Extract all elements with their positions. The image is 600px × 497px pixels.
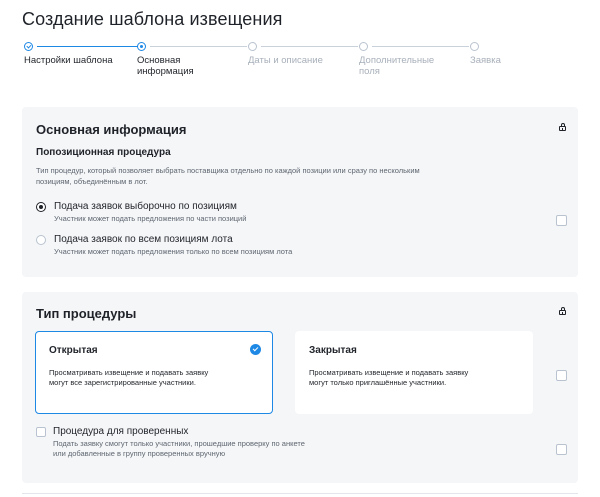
section-description: Тип процедур, который позволяет выбрать … xyxy=(36,166,420,186)
card-title: Тип процедуры xyxy=(36,306,137,321)
option-card-closed[interactable]: Закрытая Просматривать извещение и подав… xyxy=(295,331,533,414)
lock-icon xyxy=(559,123,566,131)
checkbox-hint: Подать заявку смогут только участники, п… xyxy=(53,439,305,458)
check-circle-icon xyxy=(250,344,261,355)
option-title: Закрытая xyxy=(309,345,357,356)
radio-button[interactable] xyxy=(36,202,46,212)
step-pending-dot-icon xyxy=(248,42,257,51)
step-connector xyxy=(150,46,247,47)
step-label: Дополнительные поля xyxy=(359,55,435,77)
step-label: Настройки шаблона xyxy=(24,55,113,66)
radio-hint: Участник может подать предложения по час… xyxy=(54,214,247,223)
section-subtitle: Попозиционная процедура xyxy=(36,147,171,158)
radio-hint: Участник может подать предложения только… xyxy=(54,247,293,256)
section-toggle-checkbox[interactable] xyxy=(556,215,567,226)
radio-label: Подача заявок по всем позициям лота xyxy=(54,234,233,245)
section-toggle-checkbox[interactable] xyxy=(556,370,567,381)
checkbox-label: Процедура для проверенных xyxy=(53,426,189,437)
section-toggle-checkbox[interactable] xyxy=(556,444,567,455)
step-current-dot-icon xyxy=(137,42,146,51)
step-pending-dot-icon xyxy=(359,42,368,51)
lock-icon xyxy=(559,307,566,315)
option-description: Просматривать извещение и подавать заявк… xyxy=(49,368,209,387)
option-description: Просматривать извещение и подавать заявк… xyxy=(309,368,469,387)
step-pending-dot-icon xyxy=(470,42,479,51)
step-connector xyxy=(261,46,358,47)
checkbox[interactable] xyxy=(36,427,46,437)
basic-info-card: Основная информация Попозиционная процед… xyxy=(22,107,578,277)
step-done-check-icon xyxy=(24,42,33,51)
card-title: Основная информация xyxy=(36,122,187,137)
option-title: Открытая xyxy=(49,345,98,356)
next-section-edge xyxy=(22,493,578,494)
procedure-type-card: Тип процедуры Открытая Просматривать изв… xyxy=(22,292,578,483)
radio-label: Подача заявок выборочно по позициям xyxy=(54,201,237,212)
step-label: Даты и описание xyxy=(248,55,323,66)
option-card-open[interactable]: Открытая Просматривать извещение и подав… xyxy=(35,331,273,414)
stepper: Настройки шаблона Основная информация Да… xyxy=(0,40,600,85)
step-connector xyxy=(37,46,138,47)
step-label: Заявка xyxy=(470,55,501,66)
step-label: Основная информация xyxy=(137,55,194,77)
radio-button[interactable] xyxy=(36,235,46,245)
step-connector xyxy=(372,46,469,47)
page-title: Создание шаблона извещения xyxy=(22,9,283,29)
